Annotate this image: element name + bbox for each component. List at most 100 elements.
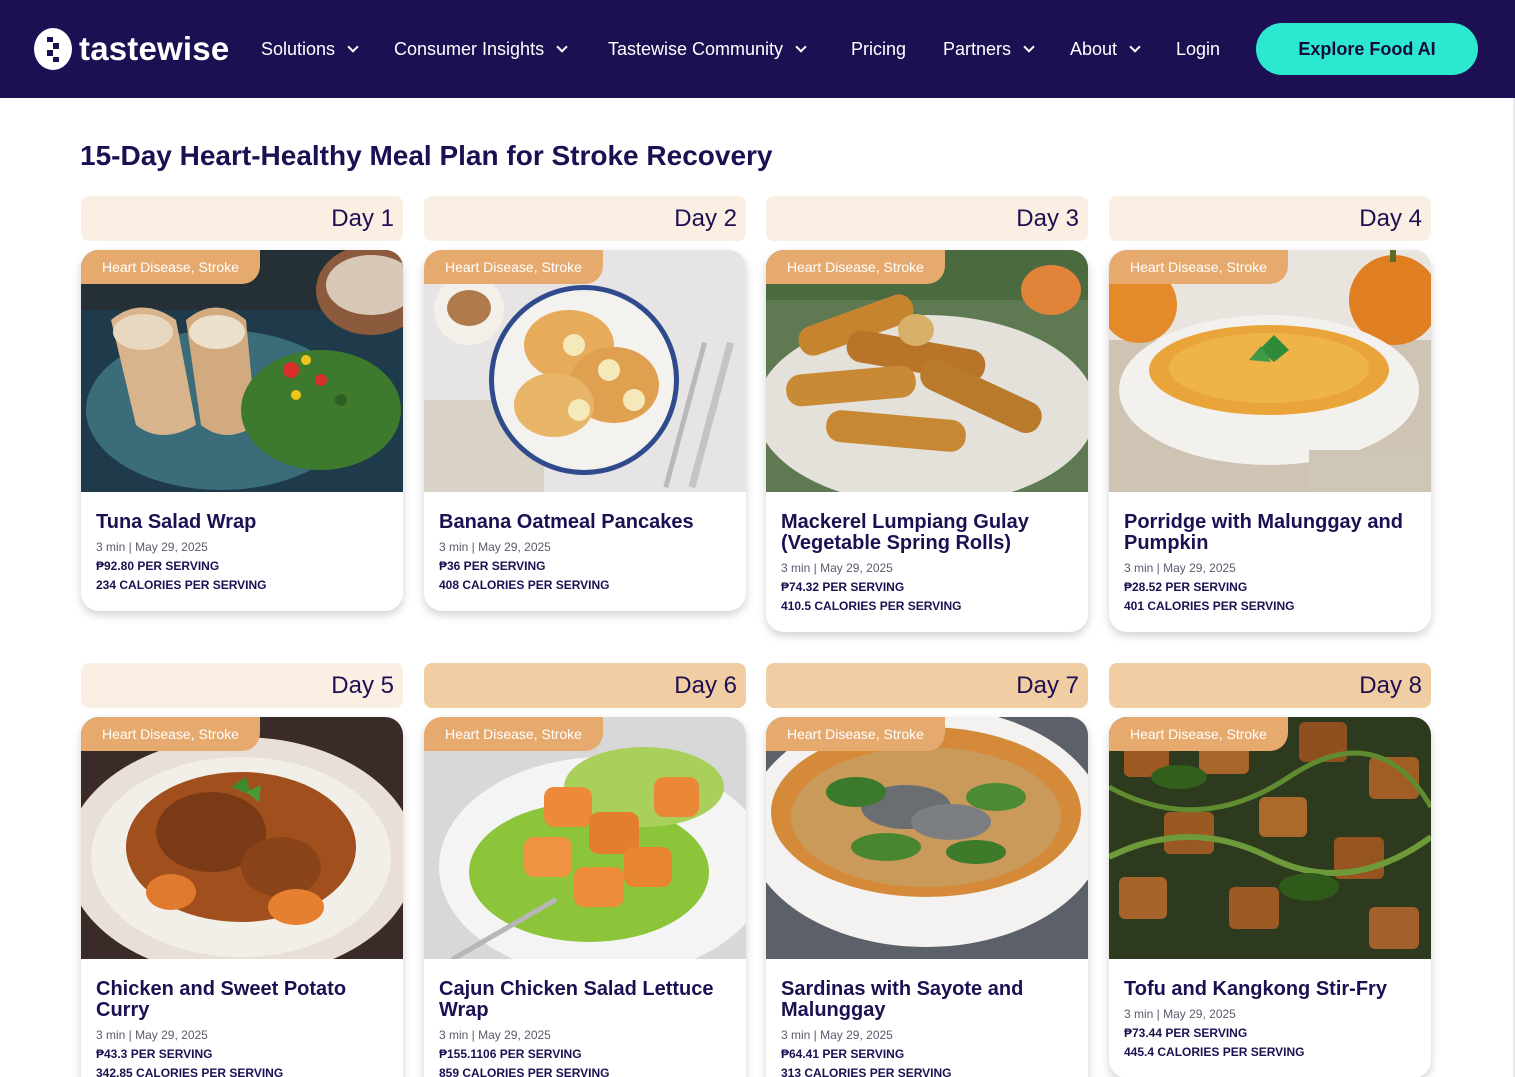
- day-label-bar: Day 1: [81, 196, 403, 241]
- day-label: Day 8: [1359, 671, 1422, 699]
- day-label: Day 4: [1359, 204, 1422, 232]
- nav-label: About: [1070, 39, 1118, 59]
- day-column: Day 2 Heart Disease, Stroke Banana Oatme…: [424, 196, 746, 611]
- recipe-meta: 3 min | May 29, 2025: [96, 540, 208, 554]
- recipe-calories: 234 CALORIES PER SERVING: [96, 578, 267, 592]
- recipe-card[interactable]: Heart Disease, Stroke Tuna Salad Wrap 3 …: [81, 250, 403, 611]
- card-body: Banana Oatmeal Pancakes 3 min | May 29, …: [424, 492, 746, 611]
- day-column: Day 7 Heart Disease, Stroke Sardinas wit…: [766, 663, 1088, 1077]
- top-navbar: tastewise Solutions Consumer Insights Ta…: [0, 0, 1515, 98]
- card-body: Porridge with Malunggay and Pumpkin 3 mi…: [1109, 492, 1431, 632]
- day-column: Day 1 Heart Disease, Stroke Tuna Salad W…: [81, 196, 403, 611]
- recipe-title[interactable]: Cajun Chicken Salad Lettuce Wrap: [439, 979, 732, 1021]
- card-body: Sardinas with Sayote and Malunggay 3 min…: [766, 959, 1088, 1077]
- recipe-card[interactable]: Heart Disease, Stroke Tofu and Kangkong …: [1109, 717, 1431, 1077]
- card-body: Chicken and Sweet Potato Curry 3 min | M…: [81, 959, 403, 1077]
- category-tag: Heart Disease, Stroke: [1109, 250, 1288, 284]
- recipe-calories: 342.85 CALORIES PER SERVING: [96, 1066, 284, 1077]
- porridge-photo: Heart Disease, Stroke: [1109, 250, 1431, 492]
- recipe-meta: 3 min | May 29, 2025: [1124, 561, 1236, 575]
- nav-about[interactable]: About: [1070, 37, 1141, 61]
- recipe-card[interactable]: Heart Disease, Stroke Chicken and Sweet …: [81, 717, 403, 1077]
- recipe-card[interactable]: Heart Disease, Stroke Mackerel Lumpiang …: [766, 250, 1088, 632]
- page: tastewise Solutions Consumer Insights Ta…: [0, 0, 1515, 1077]
- day-label-bar: Day 5: [81, 663, 403, 708]
- recipe-title[interactable]: Porridge with Malunggay and Pumpkin: [1124, 512, 1417, 554]
- chevron-down-icon: [347, 40, 359, 53]
- brand-logo[interactable]: tastewise: [34, 27, 229, 71]
- logo-icon: [34, 28, 72, 70]
- brand-name: tastewise: [79, 30, 230, 67]
- card-body: Tofu and Kangkong Stir-Fry 3 min | May 2…: [1109, 959, 1431, 1077]
- recipe-title[interactable]: Sardinas with Sayote and Malunggay: [781, 979, 1074, 1021]
- category-tag: Heart Disease, Stroke: [81, 250, 260, 284]
- day-label: Day 2: [674, 204, 737, 232]
- recipe-price: ₱155.1106 PER SERVING: [439, 1047, 582, 1061]
- day-label-bar: Day 3: [766, 196, 1088, 241]
- day-label-bar: Day 8: [1109, 663, 1431, 708]
- nav-label: Pricing: [851, 39, 907, 59]
- chevron-down-icon: [1023, 40, 1035, 53]
- curry-photo: Heart Disease, Stroke: [81, 717, 403, 959]
- nav-consumer-insights[interactable]: Consumer Insights: [394, 37, 568, 61]
- recipe-calories: 313 CALORIES PER SERVING: [781, 1066, 952, 1077]
- nav-label: Partners: [943, 39, 1012, 59]
- recipe-card[interactable]: Heart Disease, Stroke Porridge with Malu…: [1109, 250, 1431, 632]
- nav-login[interactable]: Login: [1176, 37, 1220, 61]
- nav-label: Consumer Insights: [394, 39, 545, 59]
- category-tag: Heart Disease, Stroke: [1109, 717, 1288, 751]
- recipe-title[interactable]: Chicken and Sweet Potato Curry: [96, 979, 389, 1021]
- card-body: Cajun Chicken Salad Lettuce Wrap 3 min |…: [424, 959, 746, 1077]
- card-body: Tuna Salad Wrap 3 min | May 29, 2025 ₱92…: [81, 492, 403, 611]
- recipe-card[interactable]: Heart Disease, Stroke Cajun Chicken Sala…: [424, 717, 746, 1077]
- wrap-photo: Heart Disease, Stroke: [81, 250, 403, 492]
- day-column: Day 5 Heart Disease, Stroke Chicken and …: [81, 663, 403, 1077]
- chevron-down-icon: [1129, 40, 1141, 53]
- recipe-price: ₱28.52 PER SERVING: [1124, 580, 1248, 594]
- recipe-title[interactable]: Banana Oatmeal Pancakes: [439, 512, 732, 533]
- sardine-soup-photo: Heart Disease, Stroke: [766, 717, 1088, 959]
- recipe-calories: 445.4 CALORIES PER SERVING: [1124, 1045, 1305, 1059]
- day-column: Day 6 Heart Disease, Stroke Cajun Chicke…: [424, 663, 746, 1077]
- nav-solutions[interactable]: Solutions: [261, 37, 359, 61]
- category-tag: Heart Disease, Stroke: [424, 250, 603, 284]
- recipe-price: ₱64.41 PER SERVING: [781, 1047, 905, 1061]
- day-label: Day 5: [331, 671, 394, 699]
- cajun-chicken-photo: Heart Disease, Stroke: [424, 717, 746, 959]
- recipe-price: ₱73.44 PER SERVING: [1124, 1026, 1248, 1040]
- recipe-card[interactable]: Heart Disease, Stroke Sardinas with Sayo…: [766, 717, 1088, 1077]
- day-label: Day 7: [1016, 671, 1079, 699]
- nav-label: Login: [1176, 39, 1221, 59]
- category-tag: Heart Disease, Stroke: [81, 717, 260, 751]
- day-column: Day 4 Heart Disease, Stroke Porridge wit…: [1109, 196, 1431, 632]
- recipe-title[interactable]: Tofu and Kangkong Stir-Fry: [1124, 979, 1417, 1000]
- explore-food-ai-button[interactable]: Explore Food AI: [1256, 23, 1478, 75]
- recipe-meta: 3 min | May 29, 2025: [439, 1028, 551, 1042]
- recipe-calories: 859 CALORIES PER SERVING: [439, 1066, 610, 1077]
- nav-pricing[interactable]: Pricing: [851, 37, 906, 61]
- day-label: Day 1: [331, 204, 394, 232]
- spring-rolls-photo: Heart Disease, Stroke: [766, 250, 1088, 492]
- recipe-meta: 3 min | May 29, 2025: [781, 1028, 893, 1042]
- chevron-down-icon: [556, 40, 568, 53]
- nav-tastewise-community[interactable]: Tastewise Community: [608, 37, 807, 61]
- recipe-card[interactable]: Heart Disease, Stroke Banana Oatmeal Pan…: [424, 250, 746, 611]
- day-label-bar: Day 2: [424, 196, 746, 241]
- tofu-stirfry-photo: Heart Disease, Stroke: [1109, 717, 1431, 959]
- recipe-price: ₱43.3 PER SERVING: [96, 1047, 213, 1061]
- card-body: Mackerel Lumpiang Gulay (Vegetable Sprin…: [766, 492, 1088, 632]
- recipe-meta: 3 min | May 29, 2025: [781, 561, 893, 575]
- nav-label: Tastewise Community: [608, 39, 784, 59]
- day-label-bar: Day 7: [766, 663, 1088, 708]
- day-label-bar: Day 4: [1109, 196, 1431, 241]
- recipe-title[interactable]: Tuna Salad Wrap: [96, 512, 389, 533]
- recipe-meta: 3 min | May 29, 2025: [96, 1028, 208, 1042]
- recipe-meta: 3 min | May 29, 2025: [1124, 1007, 1236, 1021]
- recipe-calories: 401 CALORIES PER SERVING: [1124, 599, 1295, 613]
- recipe-price: ₱36 PER SERVING: [439, 559, 546, 573]
- page-title: 15-Day Heart-Healthy Meal Plan for Strok…: [80, 140, 773, 171]
- recipe-calories: 408 CALORIES PER SERVING: [439, 578, 610, 592]
- nav-partners[interactable]: Partners: [943, 37, 1035, 61]
- recipe-title[interactable]: Mackerel Lumpiang Gulay (Vegetable Sprin…: [781, 512, 1074, 554]
- category-tag: Heart Disease, Stroke: [424, 717, 603, 751]
